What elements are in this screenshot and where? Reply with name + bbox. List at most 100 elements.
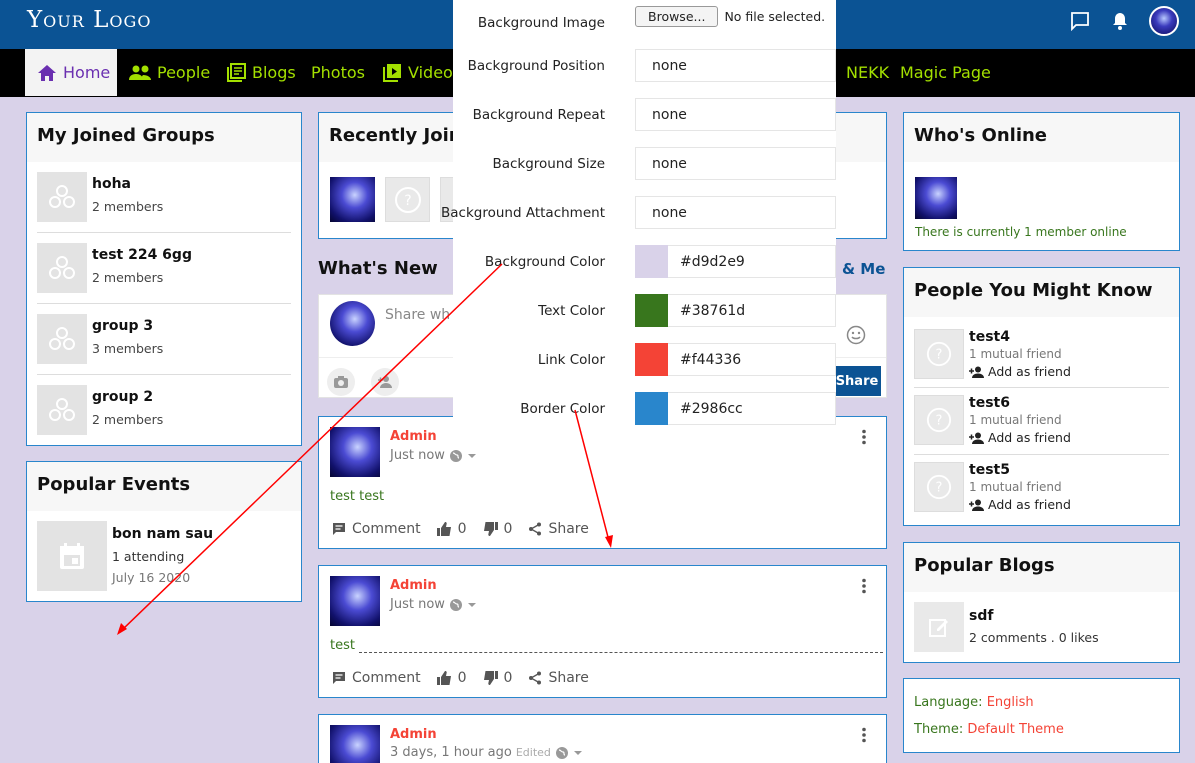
post-time: 3 days, 1 hour ago Edited (390, 745, 583, 760)
share-post-button[interactable]: Share (528, 521, 589, 537)
nav-magic-page[interactable]: Magic Page (900, 49, 991, 96)
bg-attachment-field[interactable]: none (635, 196, 836, 229)
theme-label: Theme: (914, 722, 964, 737)
person-avatar[interactable]: ? (914, 329, 964, 379)
nav-people[interactable]: People (129, 49, 210, 96)
blog-title[interactable]: sdf (969, 608, 993, 624)
bg-size-field[interactable]: none (635, 147, 836, 180)
person-avatar[interactable]: ? (914, 395, 964, 445)
mutual-friends: 1 mutual friend (969, 413, 1062, 427)
group-item[interactable]: test 224 6gg 2 members (37, 243, 291, 293)
post-time-text: 3 days, 1 hour ago (390, 745, 512, 760)
person-name[interactable]: test4 (969, 329, 1010, 345)
arrow-head (117, 623, 127, 635)
globe-icon[interactable] (449, 598, 463, 612)
dislike-button[interactable]: 0 (483, 521, 512, 537)
bg-repeat-field[interactable]: none (635, 98, 836, 131)
more-icon[interactable] (861, 727, 867, 743)
link-color-swatch[interactable] (635, 343, 668, 376)
nav-photos[interactable]: Photos (311, 49, 365, 96)
comment-button[interactable]: Comment (332, 521, 421, 537)
bg-color-swatch[interactable] (635, 245, 668, 278)
text-color-swatch[interactable] (635, 294, 668, 327)
post-author-avatar[interactable] (330, 576, 380, 626)
bg-image-file-input[interactable]: Browse... No file selected. (635, 6, 825, 27)
edited-label: Edited (515, 746, 551, 759)
browse-button[interactable]: Browse... (635, 6, 719, 27)
member-avatar-placeholder[interactable]: ? (385, 177, 430, 222)
theme-link[interactable]: Default Theme (967, 722, 1063, 737)
group-name[interactable]: hoha (92, 176, 131, 192)
edit-icon (929, 619, 948, 637)
more-icon[interactable] (861, 578, 867, 594)
add-friend-button[interactable]: Add as friend (969, 430, 1071, 445)
border-color-field[interactable]: #2986cc (668, 392, 836, 425)
post-author[interactable]: Admin (390, 578, 437, 593)
post-text: test test (330, 489, 385, 504)
camera-icon[interactable] (327, 368, 355, 396)
tag-friend-icon[interactable] (371, 368, 399, 396)
person-item: ? test6 1 mutual friend Add as friend (914, 395, 1169, 445)
site-logo[interactable]: Your Logo (27, 7, 151, 33)
chevron-down-icon[interactable] (467, 602, 477, 608)
group-members: 2 members (92, 270, 164, 285)
add-friend-label: Add as friend (988, 364, 1071, 379)
group-members: 2 members (92, 199, 164, 214)
video-icon (383, 64, 401, 82)
event-name[interactable]: bon nam sau (112, 526, 213, 542)
nav-home[interactable]: Home (25, 49, 117, 96)
more-icon[interactable] (861, 429, 867, 445)
dashed-divider (359, 652, 883, 653)
post-author[interactable]: Admin (390, 727, 437, 742)
nav-people-label: People (157, 63, 211, 82)
like-button[interactable]: 0 (436, 521, 467, 537)
blog-thumbnail[interactable] (914, 602, 964, 652)
add-friend-button[interactable]: Add as friend (969, 364, 1071, 379)
post-author[interactable]: Admin (390, 429, 437, 444)
event-image[interactable] (37, 521, 107, 591)
nav-videos[interactable]: Videos (383, 49, 461, 96)
like-button[interactable]: 0 (436, 670, 467, 686)
group-name[interactable]: group 3 (92, 318, 153, 334)
bg-color-field[interactable]: #d9d2e9 (668, 245, 836, 278)
person-name[interactable]: test6 (969, 395, 1010, 411)
nav-nekk[interactable]: NEKK (846, 49, 889, 96)
composer-input[interactable]: Share wh (385, 307, 450, 323)
bg-position-field[interactable]: none (635, 49, 836, 82)
group-icon (37, 172, 87, 222)
person-name[interactable]: test5 (969, 462, 1010, 478)
group-item[interactable]: hoha 2 members (37, 172, 291, 222)
globe-icon[interactable] (449, 449, 463, 463)
share-post-button[interactable]: Share (528, 670, 589, 686)
user-avatar[interactable] (1149, 6, 1179, 36)
link-color-field[interactable]: #f44336 (668, 343, 836, 376)
member-avatar[interactable] (330, 177, 375, 222)
chat-icon[interactable] (1069, 10, 1091, 32)
thumbs-up-icon (436, 671, 451, 685)
post-author-avatar[interactable] (330, 427, 380, 477)
feed-post: Admin Just now test test Comment 0 0 Sha… (318, 416, 887, 549)
group-name[interactable]: group 2 (92, 389, 153, 405)
language-link[interactable]: English (987, 695, 1034, 710)
share-button[interactable]: Share (833, 366, 881, 396)
emoji-icon[interactable] (846, 325, 866, 345)
share-icon (529, 522, 542, 536)
group-item[interactable]: group 2 2 members (37, 385, 291, 435)
bell-icon[interactable] (1109, 10, 1131, 32)
group-item[interactable]: group 3 3 members (37, 314, 291, 364)
chevron-down-icon[interactable] (573, 750, 583, 756)
dislike-button[interactable]: 0 (483, 670, 512, 686)
text-color-field[interactable]: #38761d (668, 294, 836, 327)
online-member-avatar[interactable] (915, 177, 957, 219)
person-avatar[interactable]: ? (914, 462, 964, 512)
chevron-down-icon[interactable] (467, 453, 477, 459)
share-label: Share (548, 521, 589, 537)
comment-icon (333, 672, 345, 684)
nav-blogs[interactable]: Blogs (227, 49, 296, 96)
add-friend-button[interactable]: Add as friend (969, 497, 1071, 512)
group-name[interactable]: test 224 6gg (92, 247, 192, 263)
comment-button[interactable]: Comment (332, 670, 421, 686)
globe-icon[interactable] (555, 746, 569, 760)
post-author-avatar[interactable] (330, 725, 380, 763)
border-color-swatch[interactable] (635, 392, 668, 425)
